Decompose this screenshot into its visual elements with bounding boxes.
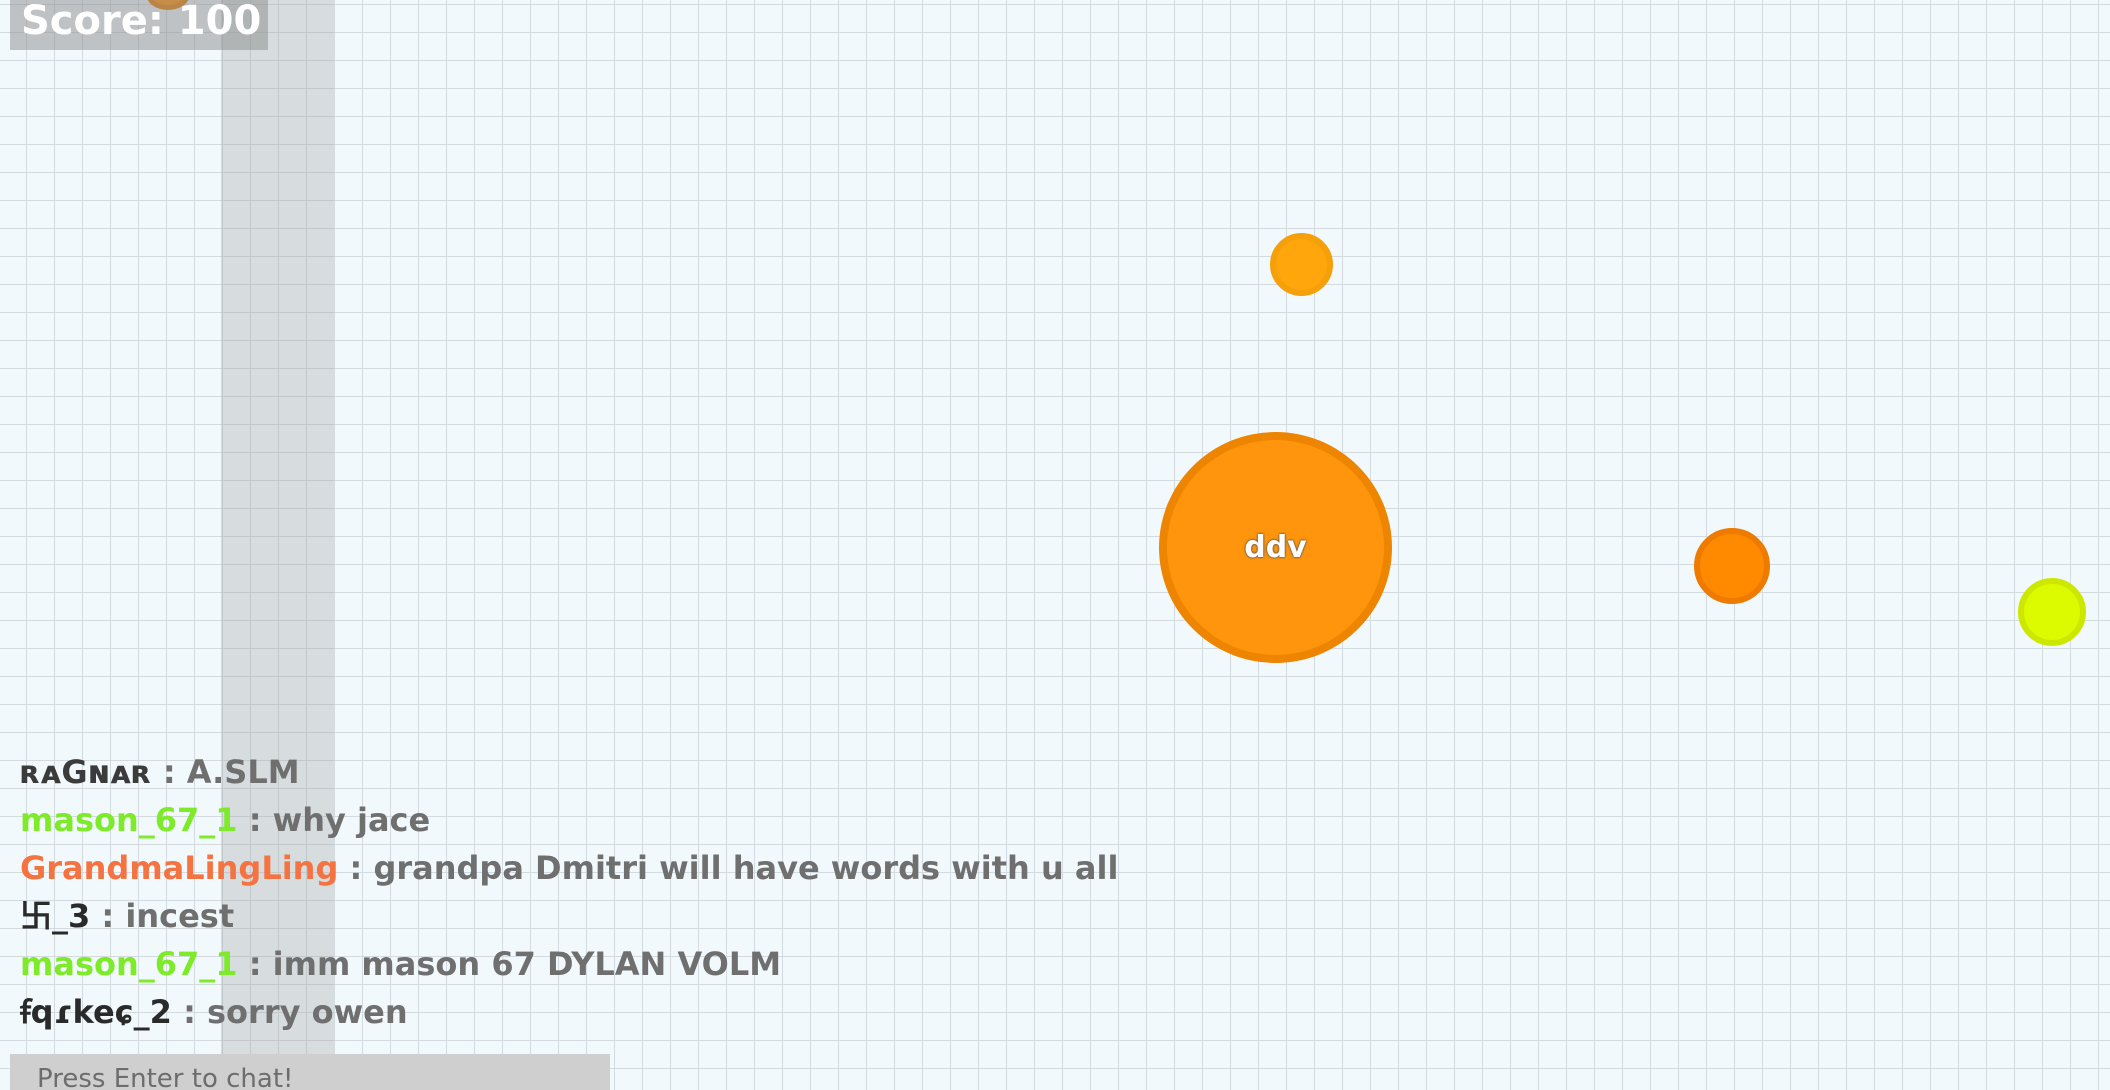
chat-text: sorry owen xyxy=(207,993,408,1031)
chat-username: ʀᴀGɴᴀʀ xyxy=(20,753,152,791)
chat-separator: : xyxy=(151,753,187,791)
chat-username: mason_67_1 xyxy=(20,801,238,839)
chat-separator: : xyxy=(171,993,207,1031)
player-name: ddv xyxy=(1244,530,1307,565)
chat-separator: : xyxy=(237,945,273,983)
chat-message: ʀᴀGɴᴀʀ : A.SLM xyxy=(20,748,1118,796)
chat-message: ꞙqɾkeɕ_2 : sorry owen xyxy=(20,988,1118,1036)
chat-input[interactable] xyxy=(10,1054,610,1090)
player-cell: ddv xyxy=(1159,432,1392,663)
food-cell xyxy=(2018,578,2086,646)
chat-message: mason_67_1 : imm mason 67 DYLAN VOLM xyxy=(20,940,1118,988)
chat-message: GrandmaLingLing : grandpa Dmitri will ha… xyxy=(20,844,1118,892)
chat-text: incest xyxy=(125,897,235,935)
chat-username: ꞙqɾkeɕ_2 xyxy=(20,993,172,1031)
chat-username: 卐_3 xyxy=(20,897,91,935)
chat-separator: : xyxy=(338,849,374,887)
chat-text: grandpa Dmitri will have words with u al… xyxy=(373,849,1119,887)
chat-message: 卐_3 : incest xyxy=(20,892,1118,940)
food-cell xyxy=(1694,528,1770,604)
chat-message: mason_67_1 : why jace xyxy=(20,796,1118,844)
score-display: Score: 100 xyxy=(10,0,268,50)
food-cell xyxy=(1270,233,1333,296)
chat-username: GrandmaLingLing xyxy=(20,849,339,887)
chat-separator: : xyxy=(237,801,273,839)
chat-text: imm mason 67 DYLAN VOLM xyxy=(272,945,782,983)
chat-log: ʀᴀGɴᴀʀ : A.SLM mason_67_1 : why jace Gra… xyxy=(20,748,1118,1036)
chat-username: mason_67_1 xyxy=(20,945,238,983)
chat-text: A.SLM xyxy=(186,753,300,791)
chat-text: why jace xyxy=(272,801,431,839)
chat-separator: : xyxy=(90,897,126,935)
